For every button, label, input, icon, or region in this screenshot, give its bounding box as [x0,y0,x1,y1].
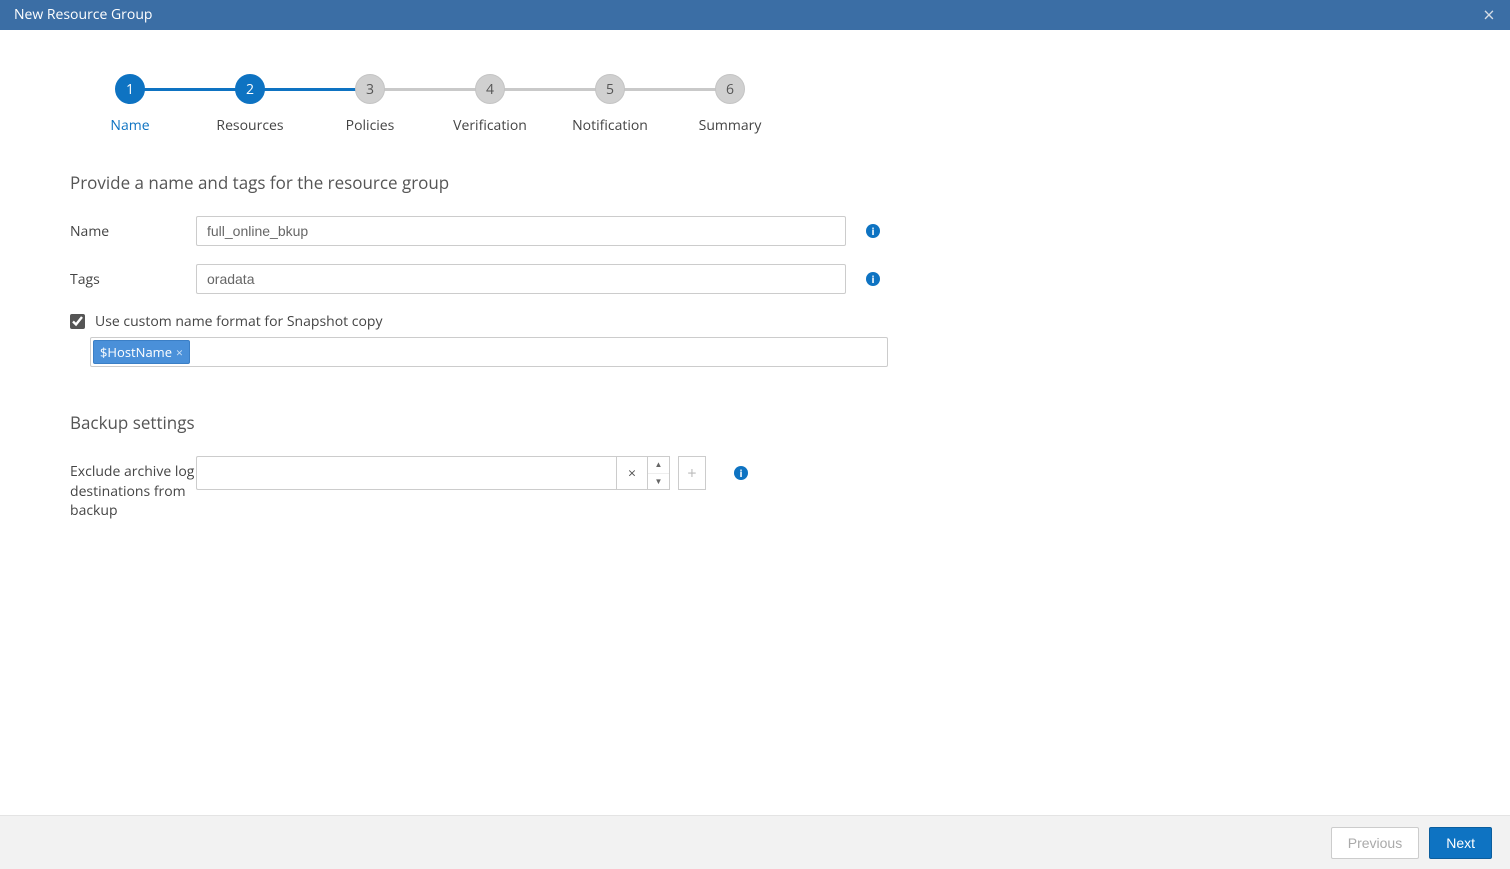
step-circle: 1 [115,74,145,104]
step-connector [610,88,730,91]
step-label: Resources [190,116,310,135]
step-notification[interactable]: 5 Notification [550,74,670,135]
step-verification[interactable]: 4 Verification [430,74,550,135]
clear-icon[interactable]: × [616,456,648,490]
step-connector [370,88,490,91]
exclude-combo[interactable]: × ▲ ▼ [196,456,670,490]
spin-down-icon[interactable]: ▼ [648,474,669,490]
custom-name-format-input[interactable]: $HostName× [90,337,888,367]
step-circle: 5 [595,74,625,104]
tags-label: Tags [70,264,196,289]
close-icon[interactable]: × [1474,0,1504,30]
step-label: Name [70,116,190,135]
name-input[interactable] [196,216,846,246]
next-button[interactable]: Next [1429,827,1492,859]
tags-input[interactable] [196,264,846,294]
step-summary[interactable]: 6 Summary [670,74,790,135]
step-resources[interactable]: 2 Resources [190,74,310,135]
step-connector [130,88,250,91]
step-circle: 6 [715,74,745,104]
token-remove-icon[interactable]: × [176,344,183,361]
step-connector [250,88,370,91]
step-policies[interactable]: 3 Policies [310,74,430,135]
spin-up-icon[interactable]: ▲ [648,457,669,474]
wizard-footer: Previous Next [0,815,1510,869]
step-circle: 3 [355,74,385,104]
section-title-backup: Backup settings [70,411,1440,434]
step-label: Summary [670,116,790,135]
add-button[interactable]: + [678,456,706,490]
exclude-label: Exclude archive log destinations from ba… [70,456,196,521]
step-name[interactable]: 1 Name [70,74,190,135]
custom-name-checkbox[interactable] [70,314,85,329]
exclude-input[interactable] [196,456,616,490]
info-icon[interactable]: i [866,224,880,238]
step-label: Policies [310,116,430,135]
name-label: Name [70,216,196,241]
info-icon[interactable]: i [734,466,748,480]
step-label: Notification [550,116,670,135]
format-token[interactable]: $HostName× [93,340,190,364]
wizard-stepper: 1 Name 2 Resources 3 Policies 4 Verification 5 No… [70,74,1440,135]
step-circle: 2 [235,74,265,104]
section-title-name: Provide a name and tags for the resource… [70,171,1440,194]
window-title: New Resource Group [14,5,152,24]
step-connector [490,88,610,91]
titlebar: New Resource Group × [0,0,1510,30]
token-text: $HostName [100,343,172,361]
step-circle: 4 [475,74,505,104]
info-icon[interactable]: i [866,272,880,286]
previous-button[interactable]: Previous [1331,827,1419,859]
custom-name-label[interactable]: Use custom name format for Snapshot copy [95,312,383,331]
step-label: Verification [430,116,550,135]
